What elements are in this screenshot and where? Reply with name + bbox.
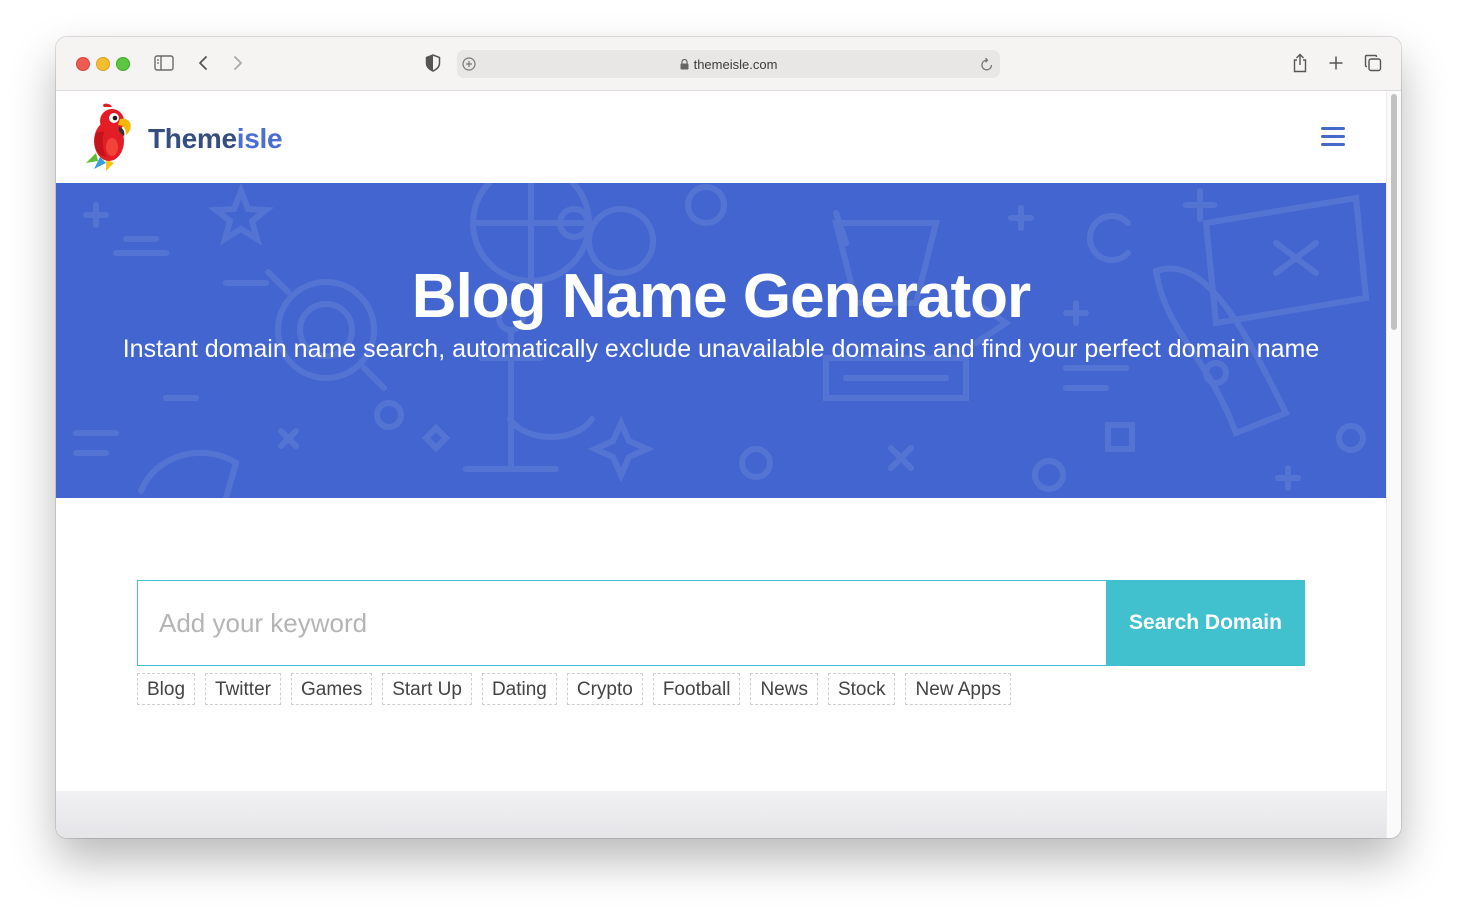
site-header: Themeisle xyxy=(56,91,1386,183)
address-bar[interactable]: themeisle.com xyxy=(457,50,1000,78)
logo-text-theme: Theme xyxy=(148,123,237,154)
tag-stock[interactable]: Stock xyxy=(827,673,896,705)
new-tab-icon[interactable] xyxy=(1325,52,1347,74)
keyword-tags: Blog Twitter Games Start Up Dating Crypt… xyxy=(137,673,1012,705)
tabs-overview-icon[interactable] xyxy=(1362,52,1384,74)
back-icon[interactable] xyxy=(192,52,214,74)
tag-games[interactable]: Games xyxy=(290,673,373,705)
logo-text-isle: isle xyxy=(236,123,283,154)
hero-title: Blog Name Generator xyxy=(411,262,1031,331)
hero-subtitle: Instant domain name search, automaticall… xyxy=(122,335,1320,363)
logo-text: Themeisle xyxy=(148,123,283,155)
lock-icon xyxy=(680,58,689,73)
tag-twitter[interactable]: Twitter xyxy=(205,673,281,705)
tag-new-apps[interactable]: New Apps xyxy=(905,673,1012,705)
parrot-logo-icon xyxy=(86,103,131,171)
page-content: Themeisle Blog Name Generator Instant do… xyxy=(56,91,1386,838)
page-scrollbar[interactable] xyxy=(1386,91,1401,838)
keyword-search-input[interactable] xyxy=(137,580,1106,666)
share-icon[interactable] xyxy=(1289,52,1311,74)
hero-banner: Blog Name Generator Instant domain name … xyxy=(56,183,1386,498)
close-window-button[interactable] xyxy=(76,57,90,71)
site-logo[interactable]: Themeisle xyxy=(82,103,302,171)
url-text: themeisle.com xyxy=(693,57,778,72)
tag-crypto[interactable]: Crypto xyxy=(566,673,643,705)
browser-toolbar: themeisle.com xyxy=(56,37,1401,91)
tag-dating[interactable]: Dating xyxy=(481,673,557,705)
scrollbar-thumb[interactable] xyxy=(1391,94,1397,330)
footer-band xyxy=(56,791,1386,838)
hamburger-menu-icon[interactable] xyxy=(1321,127,1345,147)
reload-icon[interactable] xyxy=(980,56,994,77)
tag-blog[interactable]: Blog xyxy=(137,673,196,705)
domain-search-form: Search Domain xyxy=(137,580,1305,666)
search-domain-button[interactable]: Search Domain xyxy=(1106,580,1305,666)
shield-icon[interactable] xyxy=(422,52,444,74)
tag-football[interactable]: Football xyxy=(652,673,741,705)
browser-window: themeisle.com Themeisle Blog Name Genera… xyxy=(56,37,1401,838)
tag-news[interactable]: News xyxy=(750,673,818,705)
zoom-window-button[interactable] xyxy=(116,57,130,71)
tag-start-up[interactable]: Start Up xyxy=(382,673,472,705)
forward-icon[interactable] xyxy=(227,52,249,74)
sidebar-icon[interactable] xyxy=(153,52,175,74)
minimize-window-button[interactable] xyxy=(96,57,110,71)
